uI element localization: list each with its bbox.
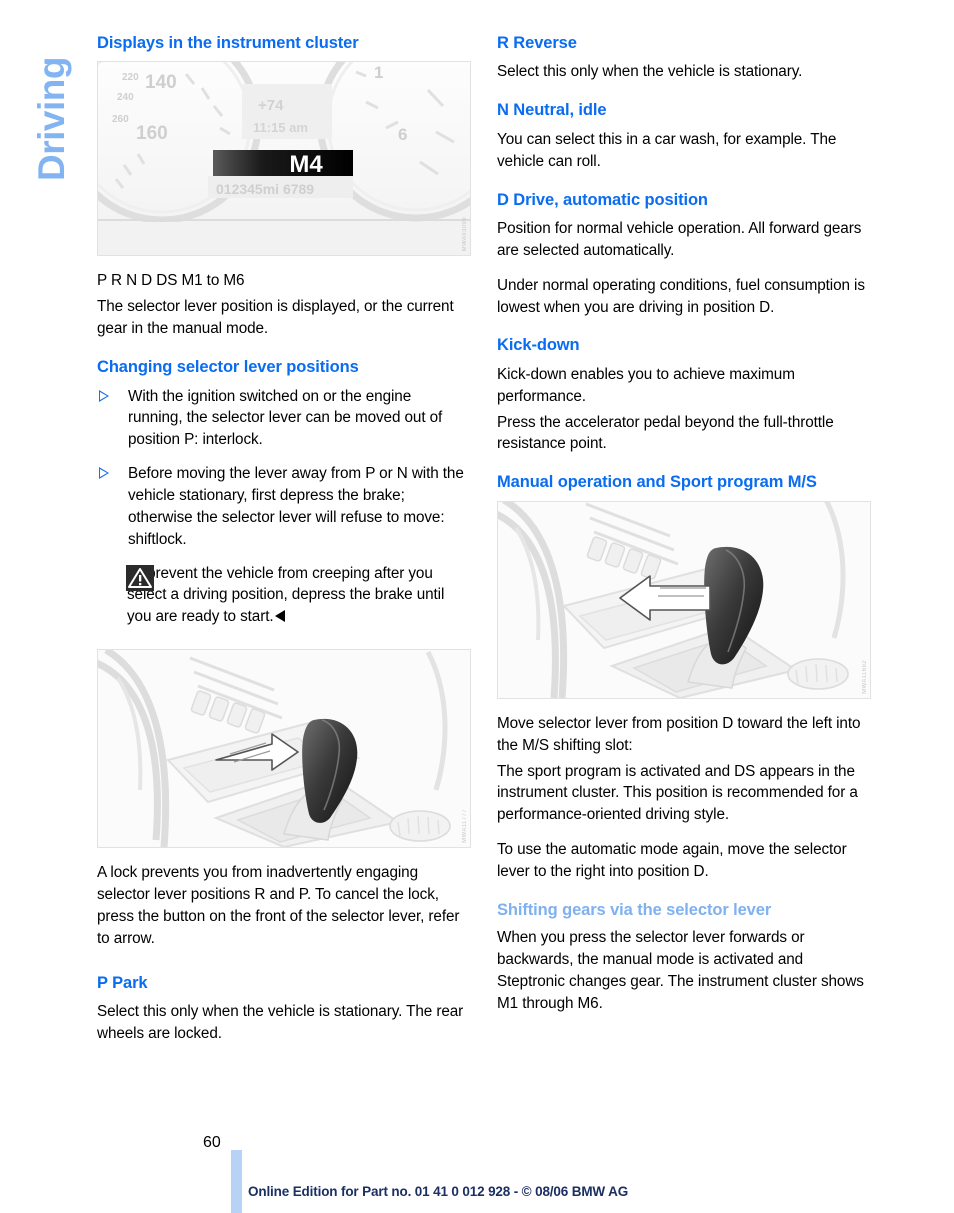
svg-text:240: 240 (117, 92, 134, 103)
warning-note-text: To prevent the vehicle from creeping aft… (127, 564, 445, 626)
cluster-gear-display: M4 (289, 151, 323, 178)
list-item-text: With the ignition switched on or the eng… (128, 387, 443, 449)
changing-positions-list: With the ignition switched on or the eng… (97, 386, 469, 551)
page-number: 60 (203, 1134, 221, 1151)
svg-text:6: 6 (398, 125, 407, 144)
list-item: Before moving the lever away from P or N… (97, 463, 469, 550)
triangle-bullet-icon (99, 389, 109, 402)
chapter-tab-label: Driving (31, 57, 72, 181)
figure-selector-lever-ms-slot: MWA11692 (497, 500, 871, 699)
footer-accent-bar (231, 1150, 242, 1213)
heading-shifting-gears-via-selector-lever: Shifting gears via the selector lever (497, 900, 772, 919)
warning-note: To prevent the vehicle from creeping aft… (97, 563, 469, 629)
reverse-body: Select this only when the vehicle is sta… (497, 63, 803, 81)
manual-body-3: To use the automatic mode again, move th… (497, 841, 847, 880)
manual-page: Driving Displays in the instrument clust… (0, 0, 954, 1213)
heading-displays-in-instrument-cluster: Displays in the instrument cluster (97, 34, 359, 52)
drive-body-1: Position for normal vehicle operation. A… (497, 219, 862, 259)
kickdown-body-1: Kick-down enables you to achieve maximum… (497, 365, 795, 405)
heading-d-drive: D Drive, automatic position (497, 190, 708, 209)
drive-body-2: Under normal operating conditions, fuel … (497, 276, 865, 316)
svg-text:1: 1 (374, 63, 383, 82)
svg-text:160: 160 (136, 123, 168, 144)
lock-description-body: A lock prevents you from inadvertently e… (97, 864, 460, 947)
heading-p-park: P Park (97, 973, 148, 992)
cluster-temperature: +74 (258, 97, 284, 114)
manual-body-2: The sport program is activated and DS ap… (497, 762, 858, 824)
left-column: Displays in the instrument cluster 220 2… (97, 34, 471, 1058)
instrument-cluster-illustration: 220 240 260 140 160 1 6 +74 11:15 am M4 … (98, 62, 470, 256)
cluster-odometer: 012345mi 6789 (216, 181, 314, 197)
triangle-bullet-icon (99, 467, 109, 480)
selector-lever-lock-button-illustration (98, 650, 470, 848)
selector-lever-ms-slot-illustration (498, 501, 870, 698)
park-body: Select this only when the vehicle is sta… (97, 1003, 464, 1042)
heading-kick-down: Kick-down (497, 336, 580, 355)
manual-body-1: Move selector lever from position D towa… (497, 714, 861, 754)
neutral-body: You can select this in a car wash, for e… (497, 130, 837, 170)
figure-selector-lever-lock: MWA11777 (97, 649, 471, 849)
figure-credit-code: MWA93099 (462, 217, 468, 252)
heading-r-reverse: R Reverse (497, 34, 577, 52)
heading-changing-selector-lever-positions: Changing selector lever positions (97, 358, 359, 377)
page-footer: 60 Online Edition for Part no. 01 41 0 0… (0, 1128, 954, 1213)
heading-manual-operation-sport-program: Manual operation and Sport program M/S (497, 473, 817, 492)
list-item: With the ignition switched on or the eng… (97, 386, 469, 452)
right-column: R Reverse Select this only when the vehi… (497, 34, 871, 1028)
kickdown-body-2: Press the accelerator pedal beyond the f… (497, 413, 834, 453)
list-item-text: Before moving the lever away from P or N… (128, 465, 464, 548)
cluster-clock: 11:15 am (253, 120, 308, 135)
shifting-body: When you press the selector lever forwar… (497, 929, 864, 1012)
note-end-marker-icon (274, 610, 285, 623)
figure-credit-code: MWA11777 (462, 809, 468, 844)
selector-positions-line: P R N D DS M1 to M6 (97, 272, 245, 290)
footer-edition-text: Online Edition for Part no. 01 41 0 012 … (248, 1184, 629, 1199)
svg-text:140: 140 (145, 72, 177, 93)
selector-positions-body: The selector lever position is displayed… (97, 298, 454, 338)
figure-credit-code: MWA11692 (862, 659, 868, 694)
heading-n-neutral: N Neutral, idle (497, 101, 607, 120)
warning-triangle-icon (126, 564, 154, 591)
svg-text:220: 220 (122, 72, 139, 83)
svg-text:260: 260 (112, 114, 129, 125)
figure-instrument-cluster: 220 240 260 140 160 1 6 +74 11:15 am M4 … (97, 61, 471, 257)
chapter-tab: Driving (0, 18, 90, 218)
